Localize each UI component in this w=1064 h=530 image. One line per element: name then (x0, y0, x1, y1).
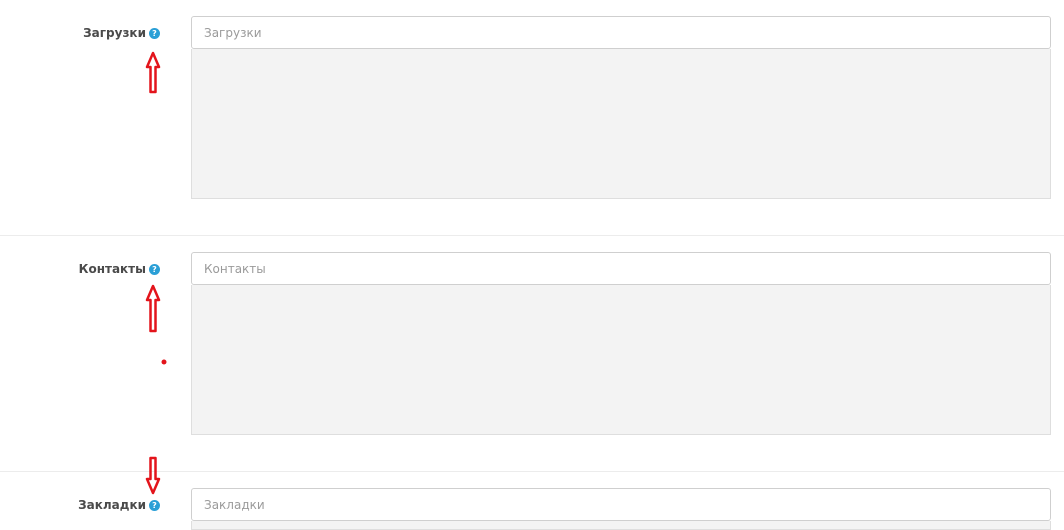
contacts-input[interactable] (191, 252, 1051, 285)
section-divider (0, 471, 1064, 472)
section-divider (0, 235, 1064, 236)
annotation-arrow-down (145, 456, 161, 495)
contacts-label: Контакты ? (79, 262, 160, 276)
annotation-arrow-up (145, 51, 161, 94)
bookmarks-results-box (191, 521, 1051, 530)
question-circle-icon[interactable]: ? (149, 499, 160, 511)
bookmarks-input[interactable] (191, 488, 1051, 521)
bookmarks-label: Закладки ? (78, 498, 160, 512)
question-circle-icon[interactable]: ? (149, 263, 160, 275)
bookmarks-label-text: Закладки (78, 498, 146, 512)
contacts-results-box (191, 285, 1051, 435)
settings-form: Загрузки ? Контакты ? Закладки ? (0, 0, 1064, 530)
annotation-dot (161, 359, 167, 365)
contacts-label-text: Контакты (78, 262, 146, 276)
downloads-label: Загрузки ? (83, 26, 160, 40)
annotation-arrow-up (145, 284, 161, 333)
downloads-input[interactable] (191, 16, 1051, 49)
downloads-results-box (191, 49, 1051, 199)
downloads-label-text: Загрузки (83, 26, 146, 40)
question-circle-icon[interactable]: ? (149, 27, 160, 39)
